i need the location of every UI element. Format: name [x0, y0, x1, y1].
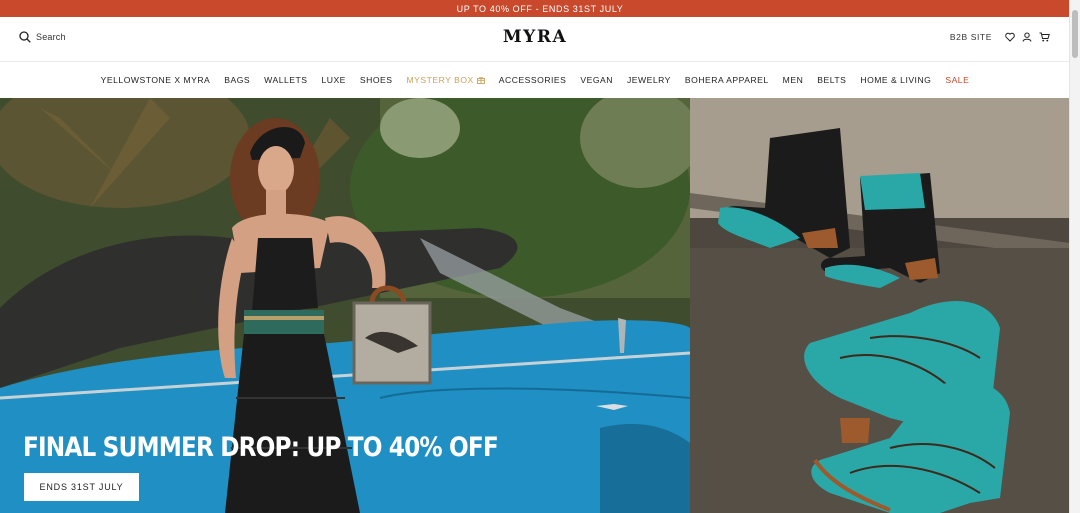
announcement-bar[interactable]: UP TO 40% OFF - ENDS 31ST JULY — [0, 0, 1080, 17]
nav-item-mystery-box-label: MYSTERY BOX — [406, 75, 474, 85]
hero-image-boots[interactable] — [690, 98, 1070, 513]
page: UP TO 40% OFF - ENDS 31ST JULY Search MY… — [0, 0, 1080, 513]
nav-item-wallets[interactable]: WALLETS — [264, 75, 307, 85]
main-nav: YELLOWSTONE X MYRA BAGS WALLETS LUXE SHO… — [0, 62, 1070, 98]
nav-item-men[interactable]: MEN — [783, 75, 804, 85]
hero-illustration-right — [690, 98, 1070, 513]
nav-item-home-living[interactable]: HOME & LIVING — [860, 75, 931, 85]
nav-item-yellowstone[interactable]: YELLOWSTONE X MYRA — [101, 75, 211, 85]
heart-icon[interactable] — [1005, 32, 1015, 42]
nav-item-luxe[interactable]: LUXE — [321, 75, 345, 85]
scrollbar-thumb[interactable] — [1072, 10, 1078, 58]
page-scrollbar[interactable] — [1069, 0, 1080, 513]
cart-icon[interactable] — [1039, 32, 1050, 42]
nav-item-bohera-apparel[interactable]: BOHERA APPAREL — [685, 75, 769, 85]
hero-cta-button[interactable]: ENDS 31ST JULY — [24, 473, 139, 501]
b2b-site-link[interactable]: B2B SITE — [950, 32, 992, 42]
nav-item-mystery-box[interactable]: MYSTERY BOX — [407, 75, 485, 85]
nav-item-vegan[interactable]: VEGAN — [580, 75, 613, 85]
nav-item-accessories[interactable]: ACCESSORIES — [499, 75, 567, 85]
nav-item-shoes[interactable]: SHOES — [360, 75, 393, 85]
header-actions: B2B SITE — [950, 32, 1050, 42]
hero-title: FINAL SUMMER DROP: UP TO 40% OFF — [23, 432, 499, 463]
site-header: Search MYRA B2B SITE — [0, 17, 1070, 62]
nav-item-sale[interactable]: SALE — [945, 75, 969, 85]
nav-item-belts[interactable]: BELTS — [817, 75, 846, 85]
user-icon[interactable] — [1022, 32, 1032, 42]
nav-item-bags[interactable]: BAGS — [224, 75, 250, 85]
nav-item-jewelry[interactable]: JEWELRY — [627, 75, 671, 85]
site-logo[interactable]: MYRA — [0, 27, 1070, 47]
announcement-text: UP TO 40% OFF - ENDS 31ST JULY — [456, 3, 624, 14]
gift-icon — [476, 76, 485, 84]
